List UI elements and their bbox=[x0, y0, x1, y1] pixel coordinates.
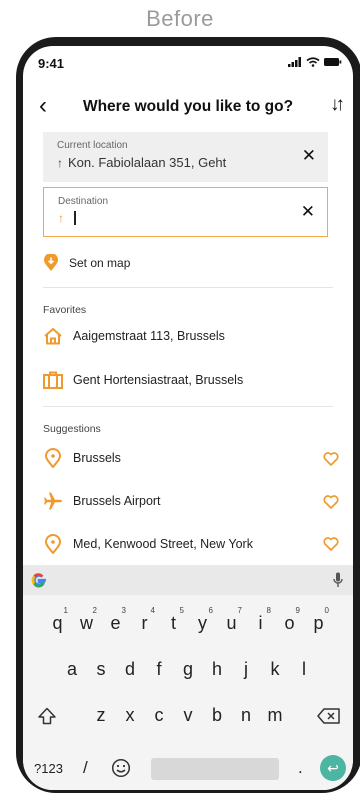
key-h[interactable]: h bbox=[203, 659, 232, 680]
suggestions-heading: Suggestions bbox=[43, 423, 101, 435]
battery-icon bbox=[324, 58, 342, 66]
favorite-item[interactable]: Aaigemstraat 113, Brussels bbox=[43, 327, 343, 345]
backspace-icon[interactable] bbox=[317, 708, 341, 724]
status-bar: 9:41 bbox=[23, 46, 353, 82]
keyboard: q1 w2 e3 r4 t5 y6 u7 i8 o9 p0 a s d f g … bbox=[23, 565, 353, 790]
key-o[interactable]: o9 bbox=[275, 606, 304, 634]
current-location-value: Kon. Fabiolalaan 351, Geht bbox=[68, 155, 227, 170]
destination-label: Destination bbox=[58, 196, 109, 207]
status-time: 9:41 bbox=[38, 56, 65, 71]
text-caret bbox=[74, 211, 76, 225]
favorite-label: Aaigemstraat 113, Brussels bbox=[73, 329, 225, 343]
key-r[interactable]: r4 bbox=[130, 606, 159, 634]
heart-icon[interactable] bbox=[323, 537, 339, 551]
set-on-map-item[interactable]: Set on map bbox=[43, 254, 343, 272]
screen: 9:41 ‹ Where would you like to go? ↓↑ Cu… bbox=[23, 46, 353, 790]
favorite-item[interactable]: Gent Hortensiastraat, Brussels bbox=[43, 371, 343, 389]
caption: Before bbox=[146, 6, 214, 31]
key-w[interactable]: w2 bbox=[72, 606, 101, 634]
key-x[interactable]: x bbox=[116, 705, 145, 726]
keyboard-row-3: z x c v b n m bbox=[23, 705, 353, 726]
divider bbox=[43, 287, 333, 288]
arrow-up-icon: ↑ bbox=[57, 155, 63, 170]
symbols-key[interactable]: ?123 bbox=[34, 761, 63, 776]
key-t[interactable]: t5 bbox=[159, 606, 188, 634]
keyboard-row-1: q1 w2 e3 r4 t5 y6 u7 i8 o9 p0 bbox=[23, 606, 353, 634]
set-on-map-label: Set on map bbox=[69, 256, 131, 270]
suggestion-item[interactable]: Brussels bbox=[43, 448, 343, 468]
suggestion-label: Med, Kenwood Street, New York bbox=[73, 537, 253, 551]
key-j[interactable]: j bbox=[232, 659, 261, 680]
status-icons bbox=[288, 57, 342, 67]
keyboard-row-2: a s d f g h j k l bbox=[23, 659, 353, 680]
page-title: Where would you like to go? bbox=[82, 98, 294, 115]
wifi-icon bbox=[306, 57, 320, 67]
keyboard-toolbar bbox=[23, 565, 353, 595]
heart-icon[interactable] bbox=[323, 452, 339, 466]
key-z[interactable]: z bbox=[87, 705, 116, 726]
location-icon bbox=[44, 448, 62, 468]
divider bbox=[43, 406, 333, 407]
map-pin-icon bbox=[44, 254, 58, 271]
arrow-up-icon: ↑ bbox=[58, 211, 64, 225]
key-q[interactable]: q1 bbox=[43, 606, 72, 634]
google-icon[interactable] bbox=[30, 571, 48, 589]
period-key[interactable]: . bbox=[298, 758, 303, 778]
key-l[interactable]: l bbox=[290, 659, 319, 680]
current-location-label: Current location bbox=[57, 140, 128, 151]
key-b[interactable]: b bbox=[203, 705, 232, 726]
current-location-field[interactable]: Current location ↑ Kon. Fabiolalaan 351,… bbox=[43, 132, 328, 182]
slash-key[interactable]: / bbox=[83, 758, 88, 778]
swap-icon[interactable]: ↓↑ bbox=[330, 94, 345, 116]
key-v[interactable]: v bbox=[174, 705, 203, 726]
key-k[interactable]: k bbox=[261, 659, 290, 680]
key-g[interactable]: g bbox=[174, 659, 203, 680]
briefcase-icon bbox=[43, 371, 63, 389]
home-icon bbox=[44, 328, 62, 345]
key-u[interactable]: u7 bbox=[217, 606, 246, 634]
destination-field[interactable]: Destination ↑ ✕ bbox=[43, 187, 328, 237]
key-m[interactable]: m bbox=[261, 705, 290, 726]
suggestion-item[interactable]: Brussels Airport bbox=[43, 491, 343, 511]
space-key[interactable] bbox=[151, 758, 279, 780]
enter-key[interactable]: ↩ bbox=[320, 755, 346, 781]
key-f[interactable]: f bbox=[145, 659, 174, 680]
key-y[interactable]: y6 bbox=[188, 606, 217, 634]
key-p[interactable]: p0 bbox=[304, 606, 333, 634]
key-n[interactable]: n bbox=[232, 705, 261, 726]
suggestion-label: Brussels Airport bbox=[73, 494, 161, 508]
header: ‹ Where would you like to go? ↓↑ bbox=[23, 90, 353, 124]
signal-icon bbox=[288, 57, 301, 67]
heart-icon[interactable] bbox=[323, 495, 339, 509]
shift-icon[interactable] bbox=[37, 707, 57, 725]
clear-destination-icon[interactable]: ✕ bbox=[301, 202, 315, 222]
suggestion-item[interactable]: Med, Kenwood Street, New York bbox=[43, 534, 343, 554]
key-i[interactable]: i8 bbox=[246, 606, 275, 634]
enter-icon: ↩ bbox=[327, 760, 339, 776]
location-icon bbox=[44, 534, 62, 554]
microphone-icon[interactable] bbox=[333, 572, 343, 588]
suggestion-label: Brussels bbox=[73, 451, 121, 465]
favorites-heading: Favorites bbox=[43, 304, 87, 316]
key-a[interactable]: a bbox=[58, 659, 87, 680]
key-c[interactable]: c bbox=[145, 705, 174, 726]
clear-current-icon[interactable]: ✕ bbox=[302, 146, 316, 166]
key-d[interactable]: d bbox=[116, 659, 145, 680]
key-e[interactable]: e3 bbox=[101, 606, 130, 634]
emoji-icon[interactable] bbox=[111, 758, 131, 778]
favorite-label: Gent Hortensiastraat, Brussels bbox=[73, 373, 244, 387]
airplane-icon bbox=[44, 492, 62, 510]
key-s[interactable]: s bbox=[87, 659, 116, 680]
